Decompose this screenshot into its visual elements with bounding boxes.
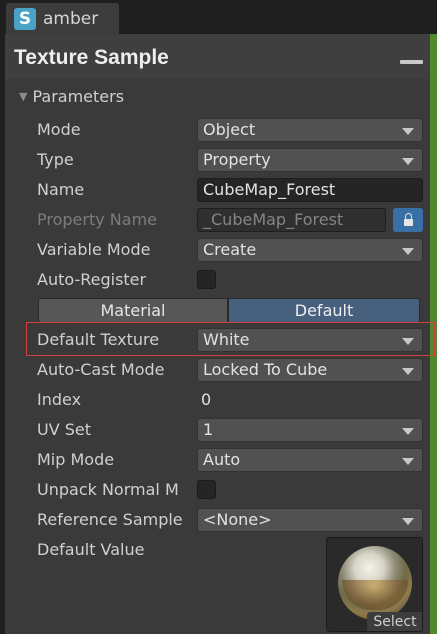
index-field[interactable]: 0 (197, 388, 423, 412)
reference-sampler-dropdown[interactable]: <None> (197, 508, 423, 532)
cubemap-preview-image (338, 546, 412, 620)
parameters-foldout[interactable]: ▼ Parameters (19, 87, 124, 106)
texture-sample-node: Texture Sample ▼ Parameters Mode Object … (5, 34, 430, 634)
type-label: Type (37, 150, 74, 169)
type-dropdown[interactable]: Property (197, 148, 423, 172)
uv-set-value: 1 (203, 420, 214, 439)
mip-mode-label: Mip Mode (37, 450, 115, 469)
node-title: Texture Sample (14, 46, 169, 69)
default-toggle-button[interactable]: Default (228, 298, 420, 323)
default-value-label: Default Value (37, 540, 145, 559)
dropdown-arrow-icon (402, 128, 414, 135)
type-value: Property (203, 150, 271, 169)
variable-mode-value: Create (203, 240, 257, 259)
select-texture-button[interactable]: Select (367, 612, 422, 631)
mip-mode-dropdown[interactable]: Auto (197, 448, 423, 472)
dropdown-arrow-icon (402, 338, 414, 345)
index-label: Index (37, 390, 82, 409)
window-tab-strip: S amber (0, 0, 437, 34)
dropdown-arrow-icon (402, 428, 414, 435)
texture-preview-slot[interactable]: Select (326, 537, 423, 632)
mip-mode-value: Auto (203, 450, 241, 469)
dropdown-arrow-icon (402, 248, 414, 255)
dropdown-arrow-icon (402, 368, 414, 375)
auto-cast-mode-label: Auto-Cast Mode (37, 360, 165, 379)
mode-value: Object (203, 120, 256, 139)
dropdown-arrow-icon (402, 458, 414, 465)
auto-cast-mode-value: Locked To Cube (203, 360, 328, 379)
name-field[interactable]: CubeMap_Forest (197, 178, 423, 202)
dropdown-arrow-icon (402, 158, 414, 165)
lock-button[interactable] (393, 208, 423, 232)
tab-label: amber (43, 8, 99, 29)
foldout-triangle-icon: ▼ (19, 90, 28, 103)
node-header[interactable]: Texture Sample (5, 34, 430, 79)
mode-label: Mode (37, 120, 81, 139)
minimize-icon[interactable] (400, 60, 423, 64)
material-toggle-button[interactable]: Material (38, 298, 228, 323)
reference-sampler-label: Reference Sample (37, 510, 183, 529)
unpack-normal-map-checkbox[interactable] (197, 480, 216, 499)
variable-mode-dropdown[interactable]: Create (197, 238, 423, 262)
property-name-label: Property Name (37, 210, 157, 229)
property-name-field: _CubeMap_Forest (197, 208, 386, 232)
auto-register-label: Auto-Register (37, 270, 147, 289)
mode-dropdown[interactable]: Object (197, 118, 423, 142)
default-texture-dropdown[interactable]: White (197, 328, 423, 352)
uv-set-label: UV Set (37, 420, 92, 439)
section-label: Parameters (32, 87, 125, 106)
unpack-normal-map-label: Unpack Normal M (37, 480, 179, 499)
default-texture-value: White (203, 330, 250, 349)
auto-register-checkbox[interactable] (197, 270, 216, 289)
auto-cast-mode-dropdown[interactable]: Locked To Cube (197, 358, 423, 382)
default-texture-label: Default Texture (37, 330, 160, 349)
name-label: Name (37, 180, 85, 199)
window-tab-amber[interactable]: S amber (6, 3, 119, 34)
reference-sampler-value: <None> (203, 510, 272, 529)
variable-mode-label: Variable Mode (37, 240, 151, 259)
uv-set-dropdown[interactable]: 1 (197, 418, 423, 442)
canvas-background-strip (430, 34, 437, 634)
lock-icon (403, 212, 413, 226)
dropdown-arrow-icon (402, 518, 414, 525)
shader-icon: S (14, 7, 36, 30)
